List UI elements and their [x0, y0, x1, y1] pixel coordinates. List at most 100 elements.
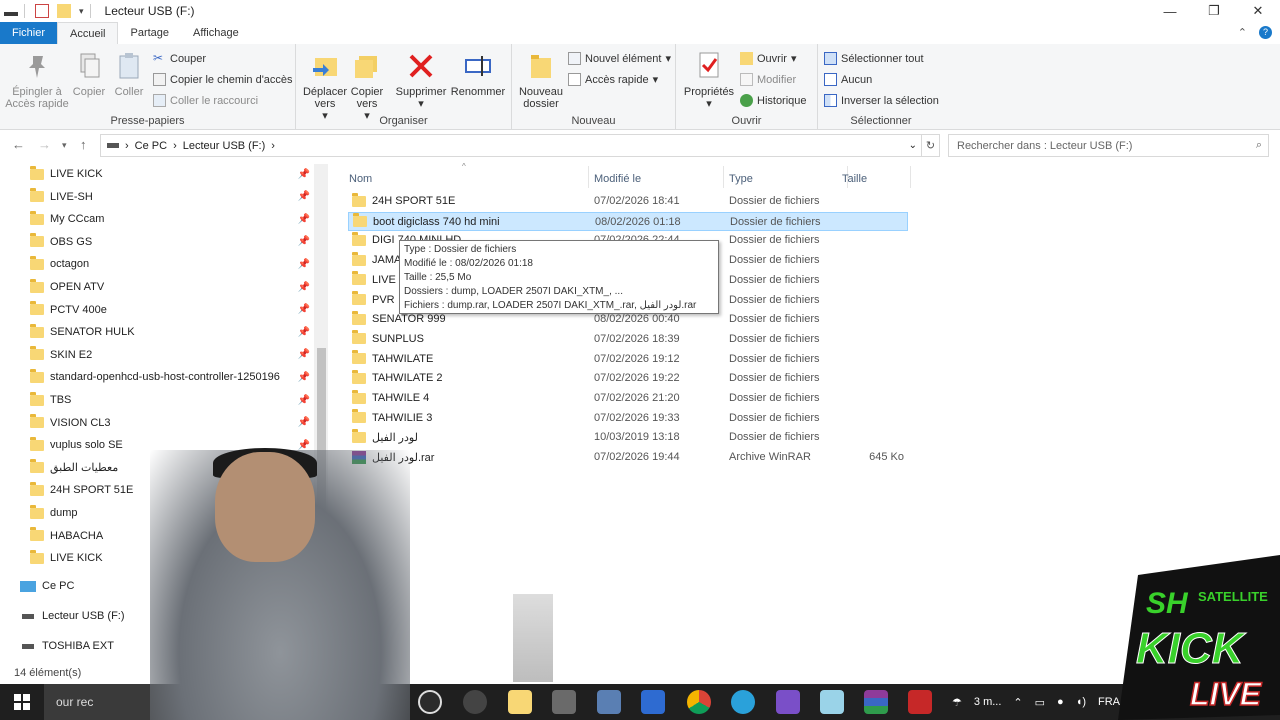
file-row[interactable]: لودر الفيل 10/03/2019 13:18 Dossier de fic…	[348, 428, 908, 447]
nav-item-quick-access[interactable]: LIVE KICK 📌	[30, 164, 320, 184]
paste-shortcut-button[interactable]: Coller le raccourci	[153, 94, 258, 107]
app-icon[interactable]	[552, 690, 576, 714]
column-header-size[interactable]: Taille	[842, 168, 867, 190]
pin-icon[interactable]: 📌	[298, 395, 310, 406]
breadcrumb-ce-pc[interactable]: Ce PC	[135, 140, 167, 152]
file-row[interactable]: TAHWILATE 2 07/02/2026 19:22 Dossier de fi…	[348, 369, 908, 388]
winrar-icon[interactable]	[864, 690, 888, 714]
app-icon[interactable]	[908, 690, 932, 714]
pin-quick-access-button[interactable]: Épingler à Accès rapide	[4, 50, 70, 110]
rename-button[interactable]: Renommer	[450, 50, 506, 98]
breadcrumb-usb-drive[interactable]: Lecteur USB (F:)	[183, 140, 266, 152]
paste-button[interactable]: Coller	[110, 50, 148, 98]
volume-icon[interactable]: ◖)	[1076, 696, 1086, 708]
windows-start-button[interactable]	[0, 684, 44, 720]
file-explorer-taskbar-icon[interactable]	[508, 690, 532, 714]
restore-button[interactable]: ❐	[1192, 0, 1236, 22]
column-separator[interactable]	[910, 166, 911, 188]
file-row[interactable]: TAHWILATE 07/02/2026 19:12 Dossier de fich…	[348, 350, 908, 369]
pin-icon[interactable]: 📌	[298, 349, 310, 360]
forward-arrow-icon[interactable]: →	[38, 137, 51, 152]
column-separator[interactable]	[723, 166, 724, 188]
obs-icon[interactable]	[418, 690, 442, 714]
pin-icon[interactable]: 📌	[298, 282, 310, 293]
tab-accueil[interactable]: Accueil	[57, 22, 119, 44]
pin-icon[interactable]: 📌	[298, 236, 310, 247]
pin-icon[interactable]: 📌	[298, 214, 310, 225]
nav-item-quick-access[interactable]: LIVE-SH 📌	[30, 187, 320, 207]
select-none-button[interactable]: Aucun	[824, 73, 872, 86]
new-folder-quick-icon[interactable]	[57, 4, 71, 18]
pin-icon[interactable]: 📌	[298, 417, 310, 428]
up-arrow-icon[interactable]: ↑	[80, 137, 87, 152]
easy-access-button[interactable]: Accès rapide ▾	[568, 73, 658, 86]
tab-fichier[interactable]: Fichier	[0, 22, 58, 44]
back-arrow-icon[interactable]: ←	[12, 137, 25, 152]
pin-icon[interactable]: 📌	[298, 327, 310, 338]
refresh-button[interactable]: ↻	[922, 134, 940, 157]
language-indicator[interactable]: FRA	[1098, 696, 1120, 708]
address-dropdown-chevron-icon[interactable]: ⌄	[909, 140, 917, 151]
tab-partage[interactable]: Partage	[118, 22, 181, 44]
new-folder-button[interactable]: Nouveau dossier	[516, 50, 566, 110]
delete-button[interactable]: Supprimer ▾	[394, 50, 448, 110]
app-icon[interactable]	[820, 690, 844, 714]
microphone-icon[interactable]: ●	[1057, 696, 1064, 708]
nav-item-quick-access[interactable]: TBS 📌	[30, 390, 320, 410]
pin-icon[interactable]: 📌	[298, 259, 310, 270]
collapse-ribbon-icon[interactable]: ⌃	[1238, 26, 1247, 39]
recent-locations-chevron-icon[interactable]: ▾	[62, 140, 67, 151]
invert-selection-button[interactable]: Inverser la sélection	[824, 94, 939, 107]
properties-button[interactable]: Propriétés ▾	[680, 50, 738, 110]
weather-icon[interactable]: ☂	[952, 696, 962, 709]
network-icon[interactable]: ▭	[1035, 696, 1045, 709]
chrome-icon[interactable]	[687, 690, 711, 714]
tab-affichage[interactable]: Affichage	[181, 22, 251, 44]
copy-path-button[interactable]: Copier le chemin d'accès	[153, 73, 293, 86]
open-button[interactable]: Ouvrir ▾	[740, 52, 796, 65]
nav-item-quick-access[interactable]: SKIN E2 📌	[30, 345, 320, 365]
nav-item-quick-access[interactable]: VISION CL3 📌	[30, 413, 320, 433]
app-icon[interactable]	[641, 690, 665, 714]
file-row[interactable]: SUNPLUS 07/02/2026 18:39 Dossier de fichie…	[348, 330, 908, 349]
address-bar[interactable]: › Ce PC › Lecteur USB (F:) › ⌄	[100, 134, 922, 157]
minimize-button[interactable]: —	[1148, 0, 1192, 22]
close-button[interactable]: ✕	[1236, 0, 1280, 22]
calculator-icon[interactable]	[597, 690, 621, 714]
search-input[interactable]: Rechercher dans : Lecteur USB (F:) ⌕	[948, 134, 1269, 157]
edit-button[interactable]: Modifier	[740, 73, 796, 86]
app-icon[interactable]	[463, 690, 487, 714]
file-row[interactable]: 24H SPORT 51E 07/02/2026 18:41 Dossier de …	[348, 192, 908, 211]
file-row[interactable]: TAHWILIE 3 07/02/2026 19:33 Dossier de fic…	[348, 409, 908, 428]
help-icon[interactable]: ?	[1259, 26, 1272, 39]
column-header-name[interactable]: Nom	[349, 168, 372, 190]
pin-icon[interactable]: 📌	[298, 372, 310, 383]
pin-icon[interactable]: 📌	[298, 169, 310, 180]
copy-button[interactable]: Copier	[70, 50, 108, 98]
properties-quick-icon[interactable]	[35, 4, 49, 18]
pin-icon[interactable]: 📌	[298, 304, 310, 315]
select-all-button[interactable]: Sélectionner tout	[824, 52, 924, 65]
show-hidden-icons-chevron-icon[interactable]: ⌃	[1013, 696, 1022, 709]
nav-item-quick-access[interactable]: OBS GS 📌	[30, 232, 320, 252]
new-item-button[interactable]: Nouvel élément ▾	[568, 52, 671, 65]
customize-quick-access-icon[interactable]: ▾	[79, 6, 84, 17]
file-row[interactable]: لودر الفيل.rar07/02/2026 19:44Archive Wi…	[348, 448, 908, 467]
file-row[interactable]: boot digiclass 740 hd mini 08/02/2026 01:…	[348, 211, 908, 231]
nav-item-quick-access[interactable]: My CCcam 📌	[30, 209, 320, 229]
history-button[interactable]: Historique	[740, 94, 807, 107]
nav-item-quick-access[interactable]: octagon 📌	[30, 254, 320, 274]
nav-item-quick-access[interactable]: OPEN ATV 📌	[30, 277, 320, 297]
nav-item-quick-access[interactable]: standard-openhcd-usb-host-controller-125…	[30, 367, 320, 387]
nav-item-quick-access[interactable]: PCTV 400e 📌	[30, 300, 320, 320]
move-to-button[interactable]: Déplacer vers ▾	[300, 50, 350, 122]
column-separator[interactable]	[588, 166, 589, 188]
column-header-type[interactable]: Type	[729, 168, 753, 190]
cut-button[interactable]: ✂ Couper	[153, 52, 206, 65]
column-header-modified[interactable]: Modifié le	[594, 168, 641, 190]
app-icon[interactable]	[776, 690, 800, 714]
nav-item-quick-access[interactable]: SENATOR HULK 📌	[30, 322, 320, 342]
copy-to-button[interactable]: Copier vers ▾	[346, 50, 388, 122]
weather-text[interactable]: 3 m...	[974, 696, 1002, 708]
telegram-icon[interactable]	[731, 690, 755, 714]
